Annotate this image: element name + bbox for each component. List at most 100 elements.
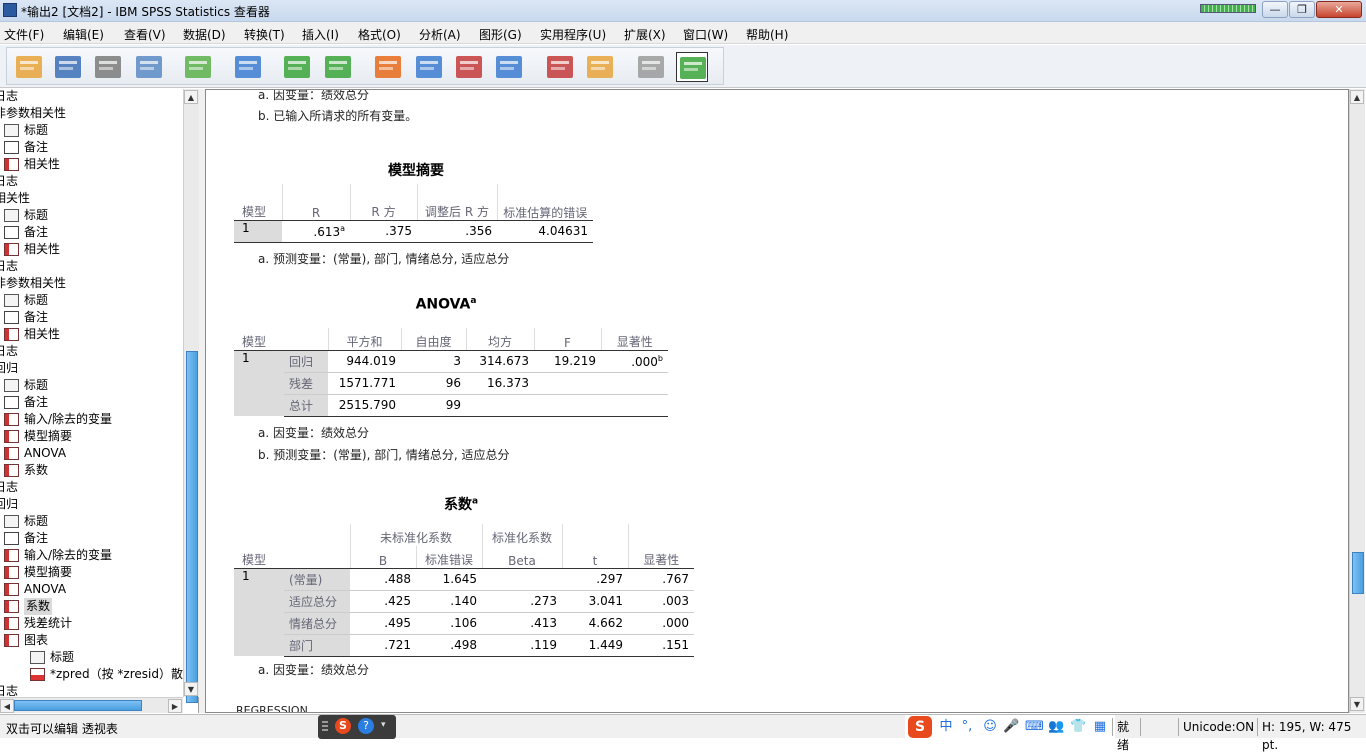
sogou-ime-icon[interactable]: S <box>908 716 932 738</box>
anova-cell: 16.373 <box>466 372 534 395</box>
show-icon[interactable] <box>676 52 708 82</box>
outline-item-label: 图表 <box>24 633 49 647</box>
scroll-up-arrow-icon[interactable]: ▲ <box>1350 90 1364 104</box>
scroll-right-arrow-icon[interactable]: ▶ <box>168 699 182 713</box>
minimize-button[interactable]: — <box>1262 1 1288 18</box>
sogou-logo-icon[interactable]: S <box>335 718 351 734</box>
viewer-scroll-thumb[interactable] <box>1352 552 1364 594</box>
coef-row-label: (常量) <box>284 568 350 591</box>
ime-help-icon[interactable]: ? <box>358 718 374 734</box>
coef-group-std: 标准化系数 <box>481 524 562 546</box>
goto-variable-icon[interactable] <box>453 52 485 82</box>
menu-graphs[interactable]: 图形(G) <box>479 26 522 43</box>
coef-cell: 3.041 <box>562 590 628 613</box>
outline-vertical-scrollbar[interactable]: ▲ ▼ <box>183 89 199 703</box>
menu-window[interactable]: 窗口(W) <box>683 26 728 43</box>
ime-drag-handle-icon[interactable] <box>322 721 328 733</box>
run-script-icon[interactable] <box>584 52 616 82</box>
ime-chinese-mode[interactable]: 中 <box>938 717 954 737</box>
scroll-down-arrow-icon[interactable]: ▼ <box>184 682 198 696</box>
model-summary-table[interactable]: 模型 R R 方 调整后 R 方 标准估算的错误 1 .613a .375 .3… <box>234 184 593 243</box>
coef-cell: 4.662 <box>562 612 628 635</box>
window-title: *输出2 [文档2] - IBM SPSS Statistics 查看器 <box>21 5 270 19</box>
ime-punctuation-icon[interactable]: °, <box>959 717 975 737</box>
save-icon[interactable] <box>52 52 84 82</box>
ime-skin-icon[interactable]: 👕 <box>1070 717 1086 737</box>
scroll-left-arrow-icon[interactable]: ◀ <box>0 699 14 713</box>
outline-item-label: 日志 <box>0 89 19 103</box>
model-summary-title: 模型摘要 <box>388 163 444 179</box>
outline-item-label: 模型摘要 <box>24 565 73 579</box>
viewer-vertical-scrollbar[interactable]: ▲ ▼ <box>1349 89 1365 713</box>
ime-keyboard-icon[interactable]: ⌨ <box>1025 717 1044 737</box>
menu-data[interactable]: 数据(D) <box>183 26 226 43</box>
coefficients-note: a. 因变量：绩效总分 <box>258 663 369 677</box>
coef-group-unstd: 未标准化系数 <box>349 524 482 546</box>
open-icon[interactable] <box>13 52 45 82</box>
menu-utilities[interactable]: 实用程序(U) <box>540 26 606 43</box>
menu-transform[interactable]: 转换(T) <box>244 26 285 43</box>
top-note-a: a. 因变量：绩效总分 <box>258 89 369 102</box>
ime-user-icon[interactable]: 👥 <box>1048 717 1064 737</box>
outline-item-label: 输入/除去的变量 <box>24 548 113 562</box>
status-blank <box>1140 718 1160 736</box>
outline-hscroll-thumb[interactable] <box>14 700 142 711</box>
menu-extensions[interactable]: 扩展(X) <box>624 26 666 43</box>
coef-cell: .003 <box>628 590 694 613</box>
outline-item-label: 标题 <box>24 514 49 528</box>
outline-item-label: 输入/除去的变量 <box>24 412 113 426</box>
outline-item-label: 备注 <box>24 531 49 545</box>
undo-icon[interactable] <box>281 52 313 82</box>
scroll-down-arrow-icon[interactable]: ▼ <box>1350 697 1364 711</box>
anova-note-b: b. 预测变量：(常量), 部门, 情绪总分, 适应总分 <box>258 448 510 462</box>
outline-item-label: 日志 <box>0 259 19 273</box>
pivot-table-icon <box>4 328 19 341</box>
menu-file[interactable]: 文件(F) <box>4 26 44 43</box>
menu-analyze[interactable]: 分析(A) <box>419 26 461 43</box>
coef-cell: .488 <box>350 568 416 591</box>
model-cell: 1 <box>234 220 282 243</box>
pivot-table-icon <box>4 430 19 443</box>
recall-dialog-icon[interactable] <box>232 52 264 82</box>
pivot-table-icon <box>4 158 19 171</box>
outline-item-label: 标题 <box>24 293 49 307</box>
coef-col-se: 标准错误 <box>415 546 482 569</box>
anova-row-label: 总计 <box>284 394 328 417</box>
goto-data-icon[interactable] <box>372 52 404 82</box>
ime-toolbox-icon[interactable]: ▦ <box>1092 717 1108 737</box>
title-icon <box>30 651 45 664</box>
goto-case-icon[interactable] <box>413 52 445 82</box>
notes-icon <box>4 532 19 545</box>
print-preview-icon[interactable] <box>133 52 165 82</box>
r2-cell: .375 <box>350 220 417 243</box>
coef-row-label: 情绪总分 <box>284 612 350 635</box>
outline-item-label: 备注 <box>24 310 49 324</box>
hide-icon[interactable] <box>635 52 667 82</box>
close-button[interactable]: ✕ <box>1316 1 1362 18</box>
scroll-up-arrow-icon[interactable]: ▲ <box>184 90 198 104</box>
ime-voice-icon[interactable]: 🎤 <box>1003 717 1019 737</box>
outline-item-label: 日志 <box>0 480 19 494</box>
outline-scroll-thumb[interactable] <box>186 351 198 703</box>
menu-edit[interactable]: 编辑(E) <box>63 26 104 43</box>
export-icon[interactable] <box>182 52 214 82</box>
menu-help[interactable]: 帮助(H) <box>746 26 788 43</box>
ime-menu-icon[interactable]: ▾ <box>381 720 386 730</box>
maximize-button[interactable]: ❐ <box>1289 1 1315 18</box>
designate-window-icon[interactable] <box>544 52 576 82</box>
coefficients-table[interactable]: 未标准化系数 标准化系数 模型 B 标准错误 Beta t 显著性 1 (常量)… <box>234 524 694 657</box>
anova-table[interactable]: 模型 平方和 自由度 均方 F 显著性 1 回归 944.019 3 314.6… <box>234 328 668 417</box>
outline-horizontal-scrollbar[interactable]: ◀ ▶ <box>0 697 183 713</box>
coef-cell: .106 <box>416 612 482 635</box>
anova-cell: 99 <box>401 394 466 417</box>
title-bar: *输出2 [文档2] - IBM SPSS Statistics 查看器 — ❐… <box>0 0 1366 22</box>
pivot-table-icon <box>4 600 19 613</box>
menu-insert[interactable]: 插入(I) <box>302 26 339 43</box>
print-icon[interactable] <box>92 52 124 82</box>
menu-view[interactable]: 查看(V) <box>124 26 166 43</box>
status-ready: 就绪 <box>1112 718 1138 752</box>
variables-icon[interactable] <box>493 52 525 82</box>
menu-format[interactable]: 格式(O) <box>358 26 401 43</box>
redo-icon[interactable] <box>322 52 354 82</box>
ime-emoji-icon[interactable]: ☺ <box>982 717 998 737</box>
